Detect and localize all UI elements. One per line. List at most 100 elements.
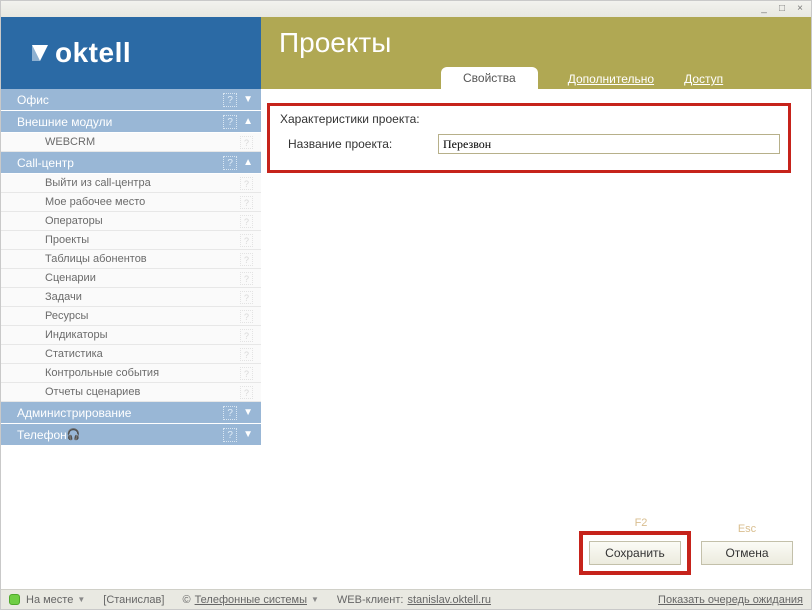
sidebar: oktell Офис ? ▼ Внешние модули ? ▲ WEBCR… — [1, 17, 261, 589]
app-window: _ □ × oktell Офис ? ▼ Внешние модули ? — [0, 0, 812, 610]
cancel-button-wrap: Esc Отмена — [701, 541, 793, 565]
chevron-down-icon: ▼ — [243, 407, 253, 418]
status-copyright: © Телефонные системы ▼ — [182, 594, 318, 606]
sidebar-section-external[interactable]: Внешние модули ? ▲ — [1, 111, 261, 133]
tabs: Свойства Дополнительно Доступ — [261, 67, 811, 89]
help-icon[interactable]: ? — [223, 115, 237, 129]
help-icon[interactable]: ? — [240, 234, 253, 247]
status-webclient: WEB-клиент: stanislav.oktell.ru — [337, 594, 491, 606]
sidebar-section-office[interactable]: Офис ? ▼ — [1, 89, 261, 111]
page-title: Проекты — [279, 27, 811, 59]
sidebar-section-admin[interactable]: Администрирование ? ▼ — [1, 402, 261, 424]
presence-label: На месте — [26, 594, 73, 606]
sidebar-item-label: Сценарии — [45, 272, 96, 284]
help-icon[interactable]: ? — [240, 367, 253, 380]
copyright-symbol: © — [182, 594, 190, 606]
sidebar-item-label: Мое рабочее место — [45, 196, 145, 208]
chevron-up-icon: ▲ — [243, 157, 253, 168]
help-icon[interactable]: ? — [240, 386, 253, 399]
sidebar-item-operators[interactable]: Операторы? — [1, 212, 261, 231]
sidebar-item-label: Контрольные события — [45, 367, 159, 379]
shortcut-label-f2: F2 — [589, 517, 693, 529]
show-queue-link[interactable]: Показать очередь ожидания — [658, 594, 803, 606]
sidebar-section-label: Call-центр — [17, 156, 74, 170]
tab-access[interactable]: Доступ — [684, 69, 723, 89]
main-panel: Проекты Свойства Дополнительно Доступ Ха… — [261, 17, 811, 589]
sidebar-item-label: Операторы — [45, 215, 103, 227]
help-icon[interactable]: ? — [240, 253, 253, 266]
help-icon[interactable]: ? — [240, 272, 253, 285]
sidebar-item-label: Таблицы абонентов — [45, 253, 147, 265]
logo-area: oktell — [1, 17, 261, 89]
sidebar-item-statistics[interactable]: Статистика? — [1, 345, 261, 364]
sidebar-section-callcenter[interactable]: Call-центр ? ▲ — [1, 152, 261, 174]
sidebar-item-label: Ресурсы — [45, 310, 88, 322]
help-icon[interactable]: ? — [240, 329, 253, 342]
sidebar-item-exit-callcenter[interactable]: Выйти из call-центра? — [1, 174, 261, 193]
phonesystems-link[interactable]: Телефонные системы — [195, 594, 307, 606]
tab-additional[interactable]: Дополнительно — [568, 69, 654, 89]
sidebar-menu: Офис ? ▼ Внешние модули ? ▲ WEBCRM ? C — [1, 89, 261, 446]
sidebar-item-resources[interactable]: Ресурсы? — [1, 307, 261, 326]
sidebar-item-label: Выйти из call-центра — [45, 177, 151, 189]
sidebar-item-scenarios[interactable]: Сценарии? — [1, 269, 261, 288]
help-icon[interactable]: ? — [240, 177, 253, 190]
cancel-button[interactable]: Отмена — [701, 541, 793, 565]
help-icon[interactable]: ? — [223, 406, 237, 420]
help-icon[interactable]: ? — [223, 428, 237, 442]
help-icon[interactable]: ? — [240, 215, 253, 228]
action-buttons: F2 Сохранить Esc Отмена — [583, 535, 793, 571]
sidebar-item-label: Задачи — [45, 291, 82, 303]
maximize-button[interactable]: □ — [775, 3, 789, 15]
save-button[interactable]: Сохранить — [589, 541, 681, 565]
sidebar-item-label: Проекты — [45, 234, 89, 246]
sidebar-item-control-events[interactable]: Контрольные события? — [1, 364, 261, 383]
sidebar-item-indicators[interactable]: Индикаторы? — [1, 326, 261, 345]
sidebar-item-tasks[interactable]: Задачи? — [1, 288, 261, 307]
sidebar-item-projects[interactable]: Проекты? — [1, 231, 261, 250]
sidebar-section-label: Внешние модули — [17, 115, 112, 129]
logo-icon — [29, 42, 51, 64]
sidebar-section-external-items: WEBCRM ? — [1, 133, 261, 152]
webclient-link[interactable]: stanislav.oktell.ru — [407, 594, 491, 606]
help-icon[interactable]: ? — [223, 156, 237, 170]
project-name-input[interactable] — [438, 134, 780, 154]
help-icon[interactable]: ? — [240, 310, 253, 323]
help-icon[interactable]: ? — [240, 291, 253, 304]
headset-icon: 🎧 — [67, 428, 81, 441]
help-icon[interactable]: ? — [223, 93, 237, 107]
sidebar-section-label: Офис — [17, 93, 49, 107]
sidebar-item-scenario-reports[interactable]: Отчеты сценариев? — [1, 383, 261, 402]
sidebar-section-label: Телефон — [17, 428, 67, 442]
sidebar-item-my-workplace[interactable]: Мое рабочее место? — [1, 193, 261, 212]
sidebar-item-label: WEBCRM — [45, 136, 95, 148]
sidebar-item-label: Индикаторы — [45, 329, 108, 341]
presence-indicator[interactable]: На месте ▼ — [9, 594, 85, 606]
minimize-button[interactable]: _ — [757, 3, 771, 15]
form-row-project-name: Название проекта: — [280, 134, 780, 154]
sidebar-item-webcrm[interactable]: WEBCRM ? — [1, 133, 261, 152]
webclient-label: WEB-клиент: — [337, 594, 404, 606]
chevron-down-icon: ▼ — [77, 595, 85, 604]
tab-properties[interactable]: Свойства — [441, 67, 538, 89]
sidebar-section-phone[interactable]: Телефон 🎧 ? ▼ — [1, 424, 261, 446]
chevron-down-icon: ▼ — [243, 429, 253, 440]
form-section-label: Характеристики проекта: — [280, 112, 780, 126]
status-bar: На месте ▼ [Станислав] © Телефонные сист… — [1, 589, 811, 609]
field-label-project-name: Название проекта: — [280, 137, 428, 151]
sidebar-item-label: Статистика — [45, 348, 103, 360]
presence-dot-icon — [9, 594, 20, 605]
titlebar: _ □ × — [1, 1, 811, 17]
help-icon[interactable]: ? — [240, 196, 253, 209]
save-button-highlight: F2 Сохранить — [583, 535, 687, 571]
close-window-button[interactable]: × — [793, 3, 807, 15]
sidebar-section-callcenter-items: Выйти из call-центра? Мое рабочее место?… — [1, 174, 261, 402]
help-icon[interactable]: ? — [240, 136, 253, 149]
app-body: oktell Офис ? ▼ Внешние модули ? ▲ WEBCR… — [1, 17, 811, 589]
sidebar-item-subscriber-tables[interactable]: Таблицы абонентов? — [1, 250, 261, 269]
help-icon[interactable]: ? — [240, 348, 253, 361]
main-header: Проекты Свойства Дополнительно Доступ — [261, 17, 811, 89]
status-user: [Станислав] — [103, 594, 164, 606]
chevron-up-icon: ▲ — [243, 116, 253, 127]
shortcut-label-esc: Esc — [701, 523, 793, 535]
